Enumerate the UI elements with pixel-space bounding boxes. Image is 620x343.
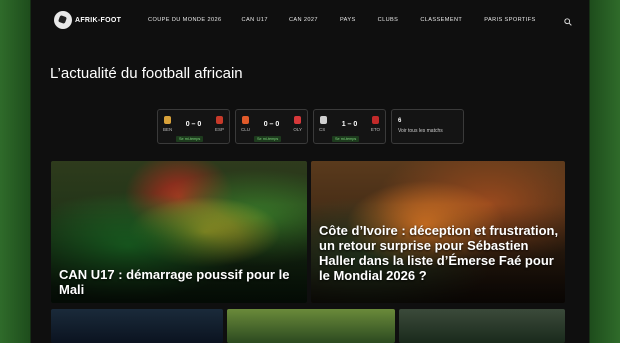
page-container: AFRIK-FOOT COUPE DU MONDE 2026 CAN U17 C…	[31, 0, 589, 343]
match-status-badge: Se mi-temps	[332, 136, 360, 142]
featured-article-card[interactable]: CAN U17 : démarrage poussif pour le Mali	[51, 161, 307, 303]
match-card[interactable]: 0 – 0 BEN ESP Se mi-temps	[157, 109, 230, 144]
article-card-thumbnail[interactable]	[227, 309, 395, 343]
match-card[interactable]: 0 – 0 CLU OLY Se mi-temps	[235, 109, 308, 144]
all-matches-link[interactable]: 6 Voir tous les matchs	[391, 109, 464, 144]
page-headline: L’actualité du football africain	[50, 65, 243, 82]
article-card-thumbnail[interactable]	[399, 309, 565, 343]
article-title[interactable]: Côte d’Ivoire : déception et frustration…	[319, 223, 559, 283]
nav-item-can-2027[interactable]: CAN 2027	[289, 17, 318, 23]
site-logo[interactable]: AFRIK-FOOT	[54, 11, 121, 29]
home-team: BEN	[163, 127, 173, 132]
article-card-thumbnail[interactable]	[51, 309, 223, 343]
matches-count: 6	[398, 118, 402, 124]
live-scores-strip: 0 – 0 BEN ESP Se mi-temps 0 – 0 CLU OLY …	[157, 109, 464, 144]
logo-text: AFRIK-FOOT	[75, 16, 122, 24]
nav-item-can-u17[interactable]: CAN U17	[242, 17, 268, 23]
top-navigation-bar: AFRIK-FOOT COUPE DU MONDE 2026 CAN U17 C…	[31, 0, 589, 42]
featured-article-card[interactable]: Côte d’Ivoire : déception et frustration…	[311, 161, 565, 303]
nav-item-pays[interactable]: PAYS	[340, 17, 356, 23]
nav-item-coupe-du-monde[interactable]: COUPE DU MONDE 2026	[148, 17, 222, 23]
home-team: CS	[319, 127, 326, 132]
football-icon	[54, 11, 72, 29]
nav-item-clubs[interactable]: CLUBS	[378, 17, 399, 23]
nav-item-paris-sportifs[interactable]: PARIS SPORTIFS	[484, 17, 535, 23]
match-status-badge: Se mi-temps	[254, 136, 282, 142]
away-team: ETO	[370, 127, 380, 132]
search-icon[interactable]	[564, 18, 572, 26]
match-status-badge: Se mi-temps	[176, 136, 204, 142]
article-title[interactable]: CAN U17 : démarrage poussif pour le Mali	[59, 267, 304, 297]
home-team: CLU	[241, 127, 251, 132]
away-team: OLY	[293, 127, 302, 132]
main-nav: COUPE DU MONDE 2026 CAN U17 CAN 2027 PAY…	[148, 17, 536, 23]
match-card[interactable]: 1 – 0 CS ETO Se mi-temps	[313, 109, 386, 144]
nav-item-classement[interactable]: CLASSEMENT	[420, 17, 462, 23]
all-matches-label: Voir tous les matchs	[398, 128, 443, 134]
away-team: ESP	[214, 127, 224, 132]
